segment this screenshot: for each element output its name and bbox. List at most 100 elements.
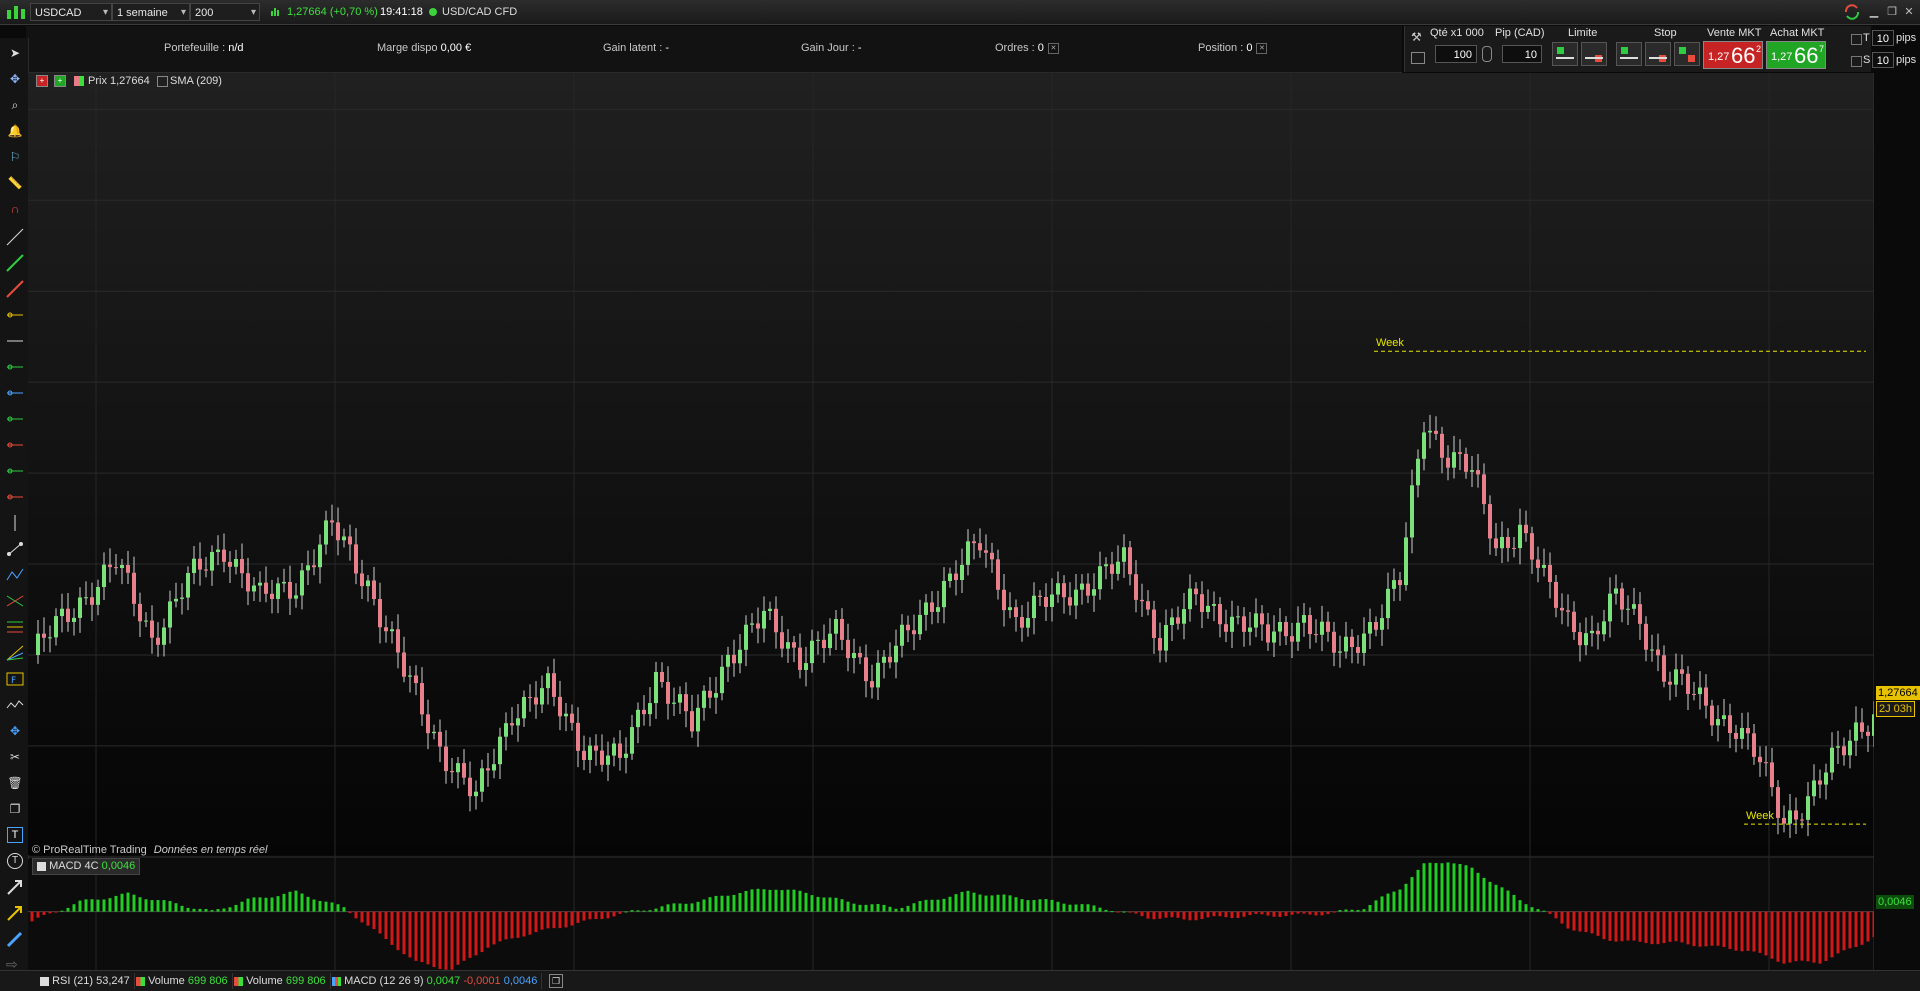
macd-bar-positive bbox=[90, 899, 94, 912]
legend-add-icon[interactable]: + bbox=[54, 75, 66, 87]
minimize-icon[interactable]: ▁ bbox=[1865, 4, 1883, 20]
hline-yellow-icon[interactable] bbox=[6, 306, 24, 324]
pointer-icon[interactable]: ➤ bbox=[6, 44, 24, 62]
ruler-icon[interactable]: 📏 bbox=[6, 174, 24, 192]
units-select[interactable]: 200 unités bbox=[190, 3, 260, 37]
macd-bar-positive bbox=[1536, 909, 1540, 912]
symbol-select[interactable]: USDCAD bbox=[30, 3, 112, 22]
candle-up bbox=[714, 693, 718, 698]
candle-up bbox=[696, 707, 700, 732]
zoom-icon[interactable]: ⌕ bbox=[6, 96, 24, 114]
segment-icon[interactable] bbox=[6, 540, 24, 558]
candle-up bbox=[1854, 722, 1858, 741]
fan-icon[interactable] bbox=[6, 644, 24, 662]
gain-latent-value: - bbox=[665, 42, 670, 54]
volume1-label: Volume bbox=[148, 975, 185, 987]
macd-bar-negative bbox=[1842, 911, 1846, 951]
macd-bar-positive bbox=[132, 894, 136, 912]
macd-bar-negative bbox=[1242, 911, 1246, 917]
stop-limit-button[interactable] bbox=[1674, 42, 1700, 66]
candle-up bbox=[252, 585, 256, 592]
timeframe-select[interactable]: 1 semaine bbox=[112, 3, 190, 22]
candle-up bbox=[1050, 594, 1054, 607]
drawing-toolbar: ➤ ✥ ⌕ 🔔 ⚐ 📏 ∩ F ✥ ✂ 🗑 ❐ T T ⇨ bbox=[0, 38, 29, 990]
candle-down bbox=[270, 593, 274, 599]
legend-close-icon[interactable]: + bbox=[36, 75, 48, 87]
restore-panels-icon[interactable]: ❐ bbox=[549, 974, 563, 988]
hline-green-icon[interactable] bbox=[6, 358, 24, 376]
stop-buy-button[interactable] bbox=[1616, 42, 1642, 66]
pencil-icon[interactable] bbox=[6, 930, 24, 948]
s-checkbox[interactable] bbox=[1851, 56, 1862, 67]
crosshair-icon[interactable]: ✥ bbox=[6, 70, 24, 88]
hline-green3-icon[interactable] bbox=[6, 462, 24, 480]
fibo-time-icon[interactable]: F bbox=[6, 670, 24, 688]
candle-down bbox=[90, 597, 94, 605]
sell-market-button[interactable]: 1,27 66 2 bbox=[1703, 41, 1763, 69]
macd-panel-label[interactable]: MACD 4C 0,0046 bbox=[32, 858, 141, 875]
hline-blue-icon[interactable] bbox=[6, 384, 24, 402]
price-chart[interactable]: WeekWeek 1,61,551,51,451,41,351,31,25 0,… bbox=[28, 73, 1874, 970]
macd-bar-negative bbox=[432, 911, 436, 967]
stop-sell-button[interactable] bbox=[1645, 42, 1671, 66]
arrow-white-icon[interactable] bbox=[6, 878, 24, 896]
fibonacci-icon[interactable] bbox=[6, 618, 24, 636]
wrench-icon[interactable]: ⚒ bbox=[1411, 30, 1425, 44]
position-expand-icon[interactable]: ✕ bbox=[1256, 42, 1268, 54]
macd-bar-positive bbox=[906, 905, 910, 912]
zigzag-icon[interactable] bbox=[6, 566, 24, 584]
limit-sell-button[interactable] bbox=[1581, 42, 1607, 66]
candle-up bbox=[102, 564, 106, 588]
text-tool-icon[interactable]: T bbox=[7, 827, 23, 843]
candle-up bbox=[390, 629, 394, 632]
ordres-expand-icon[interactable]: ✕ bbox=[1047, 42, 1059, 54]
macd-bar-positive bbox=[1530, 907, 1534, 912]
candle-down bbox=[552, 673, 556, 697]
hline-red2-icon[interactable] bbox=[6, 488, 24, 506]
wave-icon[interactable] bbox=[6, 696, 24, 714]
quantity-input[interactable]: 100 bbox=[1435, 45, 1477, 63]
pip-input[interactable]: 10 bbox=[1502, 45, 1542, 63]
tools-icon[interactable]: ✂ bbox=[6, 748, 24, 766]
vline-icon[interactable] bbox=[6, 514, 24, 532]
sync-icon[interactable] bbox=[1843, 3, 1861, 21]
tab-rsi[interactable]: RSI (21) 53,247 bbox=[36, 973, 135, 989]
marge-value: 0,00 € bbox=[440, 42, 472, 54]
alert-icon[interactable]: 🔔 bbox=[6, 122, 24, 140]
red-line-tool-icon[interactable] bbox=[6, 280, 24, 298]
buy-market-button[interactable]: 1,27 66 7 bbox=[1766, 41, 1826, 69]
text-bubble-icon[interactable]: T bbox=[7, 853, 23, 869]
trash-icon[interactable]: 🗑 bbox=[6, 774, 24, 792]
sma-label[interactable]: SMA (209) bbox=[170, 75, 222, 87]
magnet-icon[interactable]: ∩ bbox=[6, 200, 24, 218]
macd-bar-positive bbox=[1464, 865, 1468, 912]
hline-red-icon[interactable] bbox=[6, 436, 24, 454]
t-pips-input[interactable]: 10 bbox=[1872, 30, 1894, 46]
candle-up bbox=[816, 639, 820, 641]
arrow-yellow-icon[interactable] bbox=[6, 904, 24, 922]
move-icon[interactable]: ✥ bbox=[6, 722, 24, 740]
macd-bar-positive bbox=[786, 889, 790, 912]
close-icon[interactable]: ✕ bbox=[1900, 4, 1918, 20]
copy-icon[interactable]: ❐ bbox=[6, 800, 24, 818]
channel-icon[interactable] bbox=[6, 592, 24, 610]
keyboard-icon[interactable] bbox=[1411, 52, 1425, 64]
link-icon[interactable] bbox=[1482, 46, 1492, 62]
tab-volume-2[interactable]: Volume 699 806 bbox=[230, 973, 331, 989]
alert-add-icon[interactable]: ⚐ bbox=[6, 148, 24, 166]
hline-white-icon[interactable] bbox=[6, 332, 24, 350]
s-pips-input[interactable]: 10 bbox=[1872, 52, 1894, 68]
macd-bar-negative bbox=[1224, 911, 1228, 918]
line-tool-icon[interactable] bbox=[6, 228, 24, 246]
t-checkbox[interactable] bbox=[1851, 34, 1862, 45]
candle-up bbox=[876, 662, 880, 688]
tab-macd[interactable]: MACD (12 26 9) 0,0047 -0,0001 0,0046 bbox=[328, 973, 543, 989]
tab-volume-1[interactable]: Volume 699 806 bbox=[132, 973, 233, 989]
green-line-tool-icon[interactable] bbox=[6, 254, 24, 272]
candle-up bbox=[1632, 604, 1636, 609]
macd-bar-positive bbox=[924, 899, 928, 912]
restore-icon[interactable]: ❐ bbox=[1883, 4, 1901, 20]
limit-buy-button[interactable] bbox=[1552, 42, 1578, 66]
macd-bar-negative bbox=[534, 911, 538, 933]
hline-green2-icon[interactable] bbox=[6, 410, 24, 428]
